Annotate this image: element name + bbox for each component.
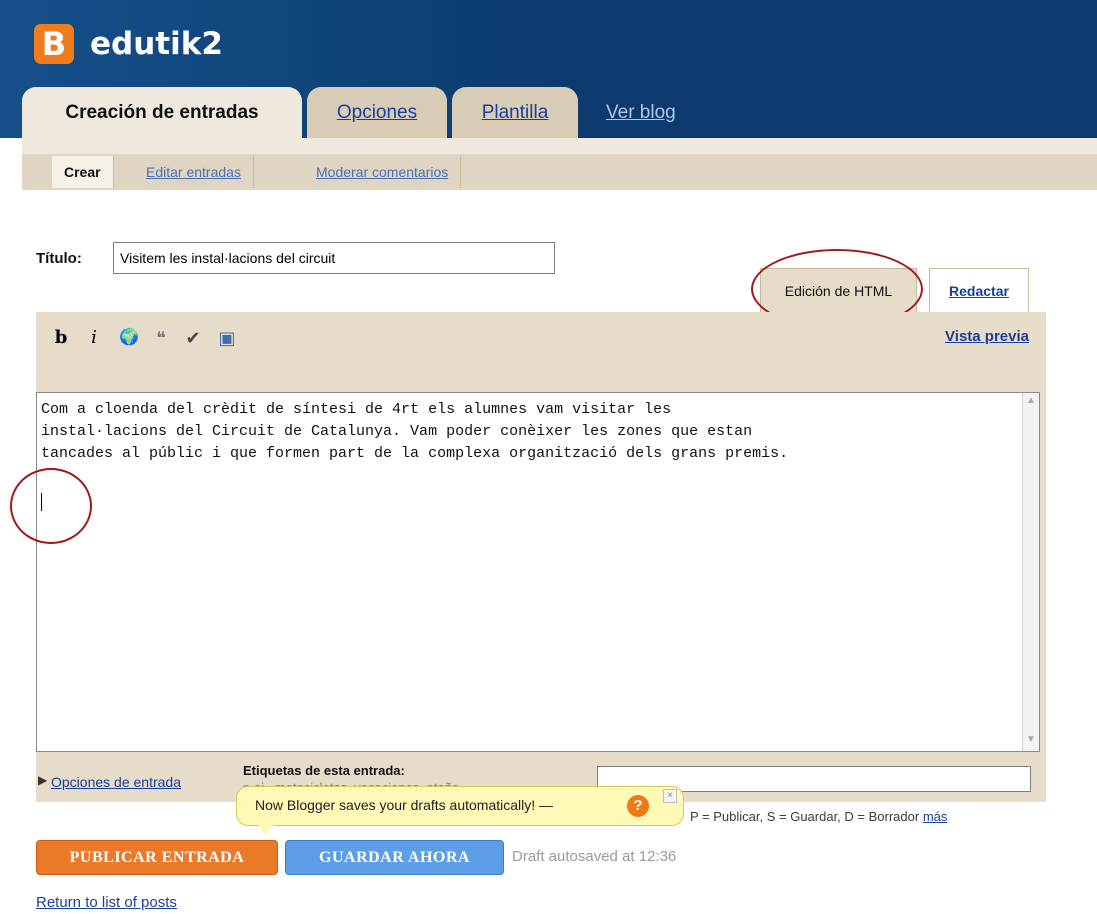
keyboard-shortcuts: P = Publicar, S = Guardar, D = Borrador … bbox=[690, 809, 947, 824]
subnav-moderar-comentarios[interactable]: Moderar comentarios bbox=[304, 156, 462, 188]
return-to-posts-link[interactable]: Return to list of posts bbox=[36, 894, 177, 911]
post-body-line: Com a cloenda del crèdit de síntesi de 4… bbox=[41, 401, 672, 418]
post-body-textarea[interactable]: Com a cloenda del crèdit de síntesi de 4… bbox=[36, 392, 1040, 752]
post-body-line: tancades al públic i que formen part de … bbox=[41, 445, 789, 462]
autosave-status: Draft autosaved at 12:36 bbox=[512, 848, 677, 865]
autosave-tooltip: Now Blogger saves your drafts automatica… bbox=[236, 786, 684, 826]
post-title-input[interactable]: Visitem les instal·lacions del circuit bbox=[113, 242, 555, 274]
scroll-down-icon[interactable]: ▼ bbox=[1026, 735, 1036, 745]
expand-arrow-icon[interactable]: ▶ bbox=[38, 773, 47, 787]
tab-redactar[interactable]: Redactar bbox=[929, 268, 1029, 314]
tab-creacion-de-entradas[interactable]: Creación de entradas bbox=[22, 87, 302, 138]
subnav-editar-entradas[interactable]: Editar entradas bbox=[134, 156, 254, 188]
spellcheck-icon[interactable]: ✔ bbox=[182, 326, 204, 350]
close-icon[interactable]: × bbox=[663, 789, 677, 803]
italic-icon[interactable]: i bbox=[83, 326, 105, 350]
tab-opciones[interactable]: Opciones bbox=[307, 87, 447, 138]
shortcuts-more-link[interactable]: más bbox=[923, 809, 948, 824]
title-label: Título: bbox=[36, 250, 82, 267]
tab-ver-blog[interactable]: Ver blog bbox=[606, 102, 676, 124]
image-icon[interactable]: ▣ bbox=[216, 326, 238, 350]
post-body-line: instal·lacions del Circuit de Catalunya.… bbox=[41, 423, 753, 440]
blog-name: edutik2 bbox=[90, 26, 223, 62]
help-icon[interactable]: ? bbox=[627, 795, 649, 817]
tooltip-pointer bbox=[258, 825, 274, 835]
save-now-button[interactable]: GUARDAR AHORA bbox=[285, 840, 504, 875]
link-icon[interactable]: 🌍 bbox=[118, 326, 140, 350]
post-body-content: Com a cloenda del crèdit de síntesi de 4… bbox=[41, 399, 1011, 465]
scroll-up-icon[interactable]: ▲ bbox=[1026, 396, 1036, 406]
tooltip-text: Now Blogger saves your drafts automatica… bbox=[255, 797, 554, 813]
textarea-scrollbar[interactable]: ▲ ▼ bbox=[1022, 393, 1039, 751]
bold-icon[interactable]: b bbox=[50, 326, 72, 350]
publish-button[interactable]: PUBLICAR ENTRADA bbox=[36, 840, 278, 875]
subnav-crear[interactable]: Crear bbox=[52, 156, 114, 188]
preview-link[interactable]: Vista previa bbox=[945, 328, 1029, 345]
labels-heading: Etiquetas de esta entrada: bbox=[243, 763, 405, 778]
post-options-link[interactable]: Opciones de entrada bbox=[51, 774, 181, 790]
shortcuts-text: P = Publicar, S = Guardar, D = Borrador bbox=[690, 809, 920, 824]
highlight-circle-cursor bbox=[10, 468, 92, 544]
tab-plantilla[interactable]: Plantilla bbox=[452, 87, 578, 138]
blogger-logo-icon[interactable]: B bbox=[34, 24, 74, 64]
blockquote-icon[interactable]: ❝ bbox=[150, 326, 172, 350]
subnav-bar: Crear Editar entradas Moderar comentario… bbox=[22, 138, 1097, 190]
